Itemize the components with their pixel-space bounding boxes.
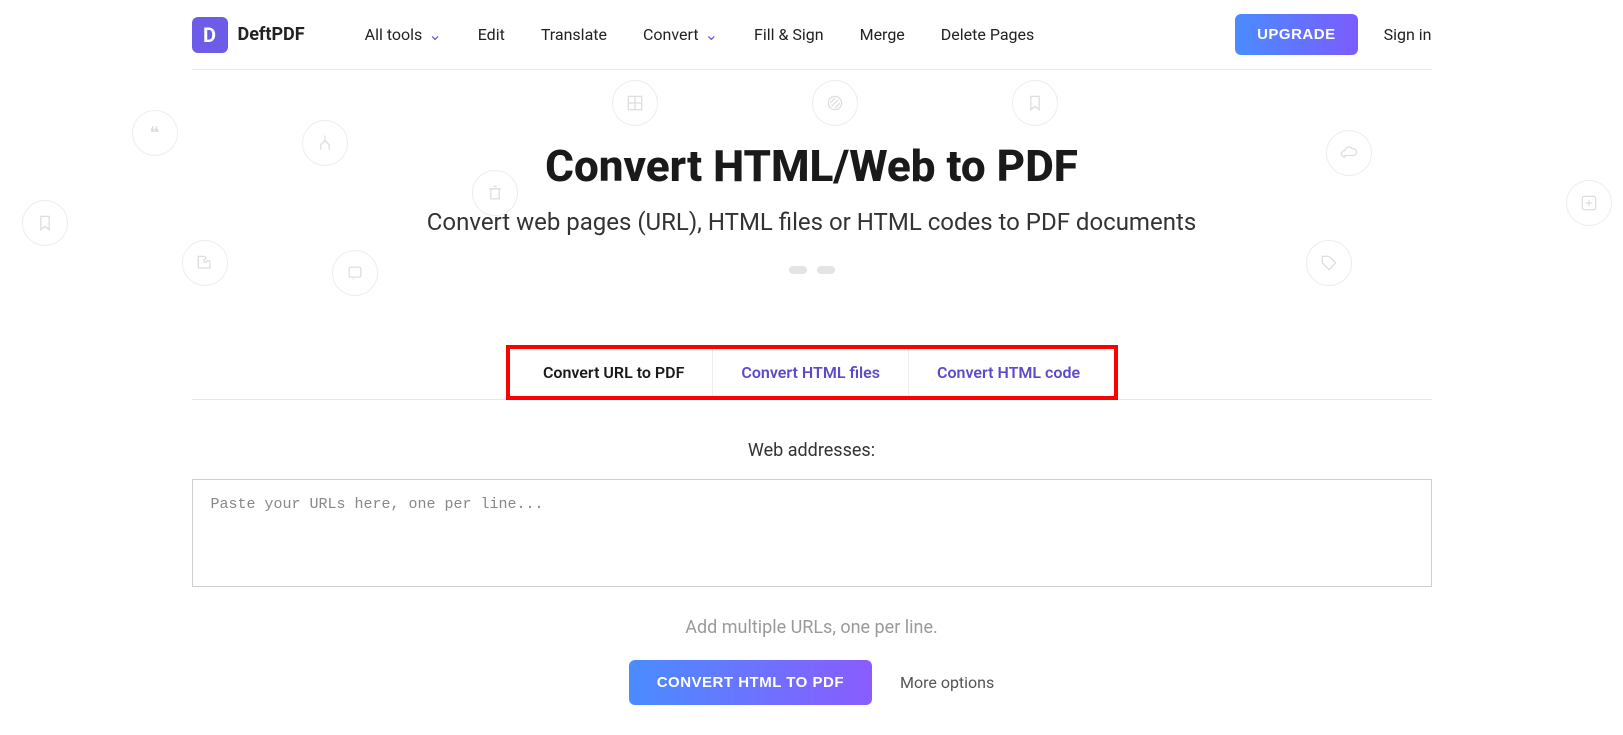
- logo[interactable]: D DeftPDF: [192, 17, 305, 53]
- nav-translate[interactable]: Translate: [541, 25, 607, 44]
- upgrade-button[interactable]: UPGRADE: [1235, 14, 1358, 55]
- quote-icon: ❝: [132, 110, 178, 156]
- merge-icon: [302, 120, 348, 166]
- nav-all-tools[interactable]: All tools ⌄: [365, 25, 442, 44]
- nav-convert[interactable]: Convert ⌄: [643, 25, 718, 44]
- nav-edit[interactable]: Edit: [478, 25, 505, 44]
- chevron-down-icon: ⌄: [705, 25, 718, 44]
- header: D DeftPDF All tools ⌄ Edit Translate Con…: [192, 0, 1432, 70]
- tab-convert-code[interactable]: Convert HTML code: [909, 349, 1108, 396]
- page-title: Convert HTML/Web to PDF: [212, 140, 1412, 192]
- bookmark-icon: [1012, 80, 1058, 126]
- pager-dots: [212, 266, 1412, 274]
- hero: ❝ Convert HTML/Web to PDF Convert web pa…: [192, 70, 1432, 304]
- add-note-icon: [332, 250, 378, 296]
- convert-button[interactable]: CONVERT HTML TO PDF: [629, 660, 872, 705]
- puzzle-icon: [182, 240, 228, 286]
- tab-convert-url[interactable]: Convert URL to PDF: [515, 349, 713, 396]
- logo-icon: D: [192, 17, 228, 53]
- tabs-section: Convert URL to PDF Convert HTML files Co…: [192, 344, 1432, 400]
- bookmark-icon: [22, 200, 68, 246]
- nav-label: Convert: [643, 25, 699, 44]
- hatch-icon: [812, 80, 858, 126]
- more-options-link[interactable]: More options: [900, 673, 994, 692]
- dot: [789, 266, 807, 274]
- action-row: CONVERT HTML TO PDF More options: [192, 660, 1432, 705]
- nav-delete-pages[interactable]: Delete Pages: [941, 25, 1034, 44]
- cloud-icon: [1326, 130, 1372, 176]
- chevron-down-icon: ⌄: [428, 25, 441, 44]
- tab-convert-files[interactable]: Convert HTML files: [713, 349, 909, 396]
- url-hint: Add multiple URLs, one per line.: [192, 617, 1432, 638]
- nav-fill-sign[interactable]: Fill & Sign: [754, 25, 824, 44]
- signin-link[interactable]: Sign in: [1384, 25, 1432, 44]
- grid-icon: [612, 80, 658, 126]
- nav: All tools ⌄ Edit Translate Convert ⌄ Fil…: [365, 25, 1035, 44]
- tabs-highlight-box: Convert URL to PDF Convert HTML files Co…: [506, 345, 1118, 400]
- tag-icon: [1306, 240, 1352, 286]
- form-area: Web addresses: Add multiple URLs, one pe…: [192, 400, 1432, 735]
- web-addresses-label: Web addresses:: [192, 440, 1432, 461]
- url-input[interactable]: [192, 479, 1432, 587]
- page-subtitle: Convert web pages (URL), HTML files or H…: [212, 208, 1412, 236]
- plus-icon: [1566, 180, 1612, 226]
- nav-merge[interactable]: Merge: [860, 25, 905, 44]
- nav-label: All tools: [365, 25, 423, 44]
- trash-icon: [472, 170, 518, 216]
- dot: [817, 266, 835, 274]
- logo-text: DeftPDF: [238, 24, 305, 45]
